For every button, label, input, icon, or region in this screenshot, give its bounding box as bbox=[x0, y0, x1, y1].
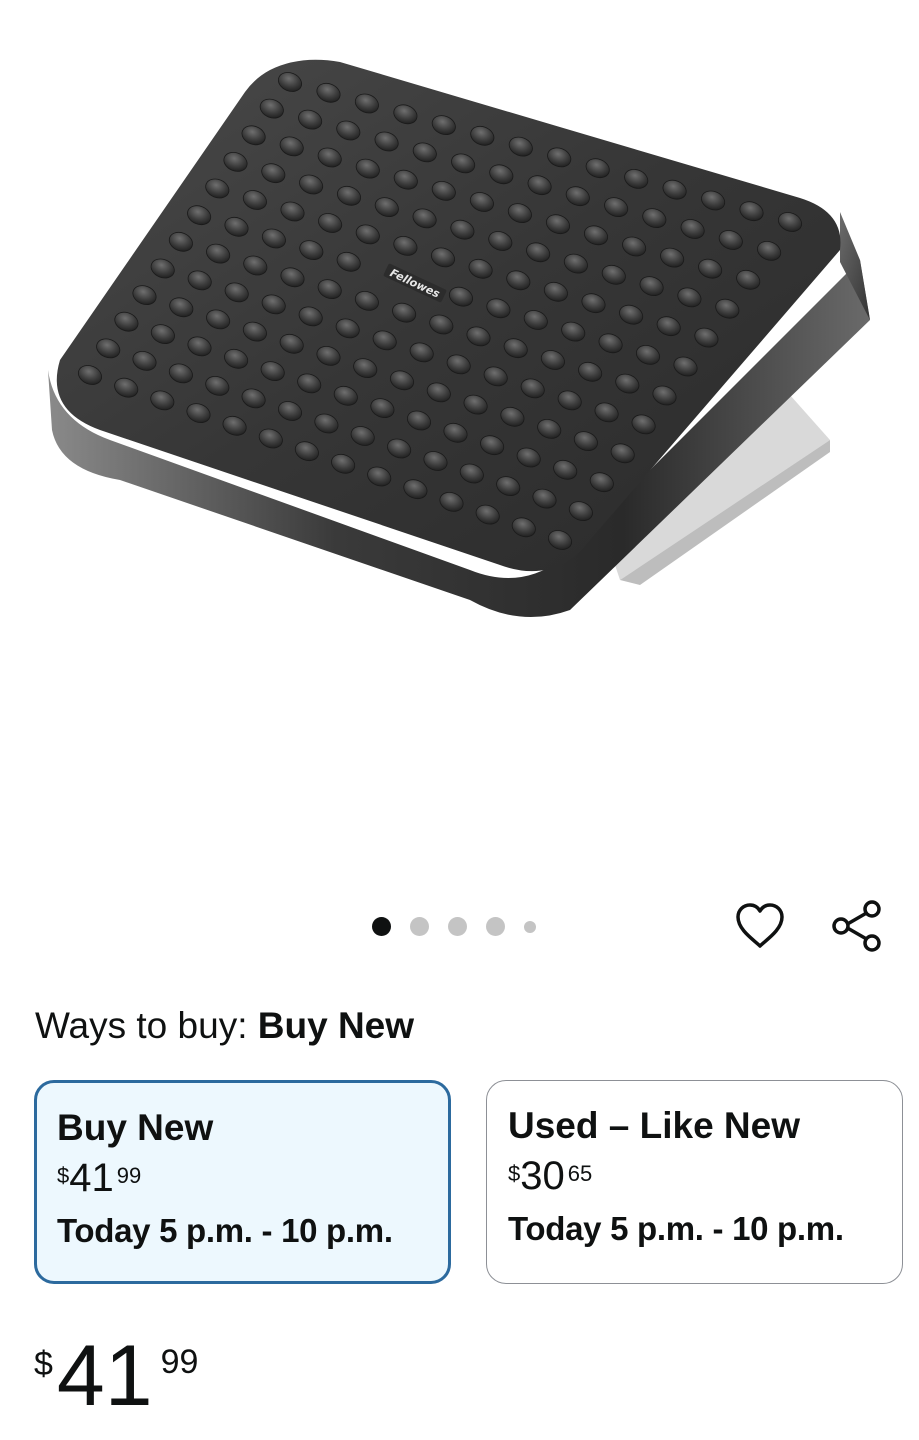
buy-option-buy-new[interactable]: Buy New $ 41 99 Today 5 p.m. - 10 p.m. bbox=[34, 1080, 451, 1284]
buy-option-title: Used – Like New bbox=[508, 1105, 801, 1146]
footrest-illustration: Fellowes bbox=[48, 59, 870, 618]
carousel-dot-3[interactable] bbox=[448, 917, 467, 936]
price-fraction: 99 bbox=[160, 1343, 199, 1381]
buy-option-title: Buy New bbox=[57, 1107, 214, 1148]
buy-option-delivery: Today 5 p.m. - 10 p.m. bbox=[508, 1210, 844, 1247]
price-whole: 30 bbox=[520, 1154, 565, 1198]
price-fraction: 99 bbox=[116, 1163, 142, 1188]
buy-option-delivery: Today 5 p.m. - 10 p.m. bbox=[57, 1212, 393, 1249]
ways-to-buy-selected: Buy New bbox=[257, 1005, 415, 1046]
ways-to-buy-heading: Ways to buy: Buy New bbox=[35, 1002, 414, 1050]
carousel-dot-2[interactable] bbox=[410, 917, 429, 936]
carousel-dot-1[interactable] bbox=[372, 917, 391, 936]
share-button[interactable] bbox=[829, 898, 885, 954]
product-price: $ 41 99 bbox=[34, 1328, 199, 1424]
image-carousel-indicator bbox=[372, 917, 536, 936]
price-currency-symbol: $ bbox=[34, 1345, 53, 1383]
buy-option-used-like-new[interactable]: Used – Like New $ 30 65 Today 5 p.m. - 1… bbox=[486, 1080, 903, 1284]
share-icon bbox=[832, 900, 881, 952]
buy-option-price: $ 30 65 bbox=[508, 1155, 882, 1199]
price-fraction: 65 bbox=[567, 1161, 593, 1186]
ways-to-buy-label: Ways to buy: bbox=[35, 1005, 248, 1046]
carousel-dot-4[interactable] bbox=[486, 917, 505, 936]
price-currency-symbol: $ bbox=[508, 1161, 521, 1186]
buy-option-price: $ 41 99 bbox=[57, 1157, 428, 1201]
carousel-dot-5[interactable] bbox=[524, 920, 536, 933]
price-whole: 41 bbox=[69, 1156, 114, 1200]
heart-icon bbox=[736, 903, 784, 948]
price-currency-symbol: $ bbox=[57, 1163, 70, 1188]
price-whole: 41 bbox=[56, 1328, 153, 1424]
product-image[interactable]: Fellowes bbox=[0, 0, 919, 890]
add-to-list-button[interactable] bbox=[732, 898, 788, 954]
